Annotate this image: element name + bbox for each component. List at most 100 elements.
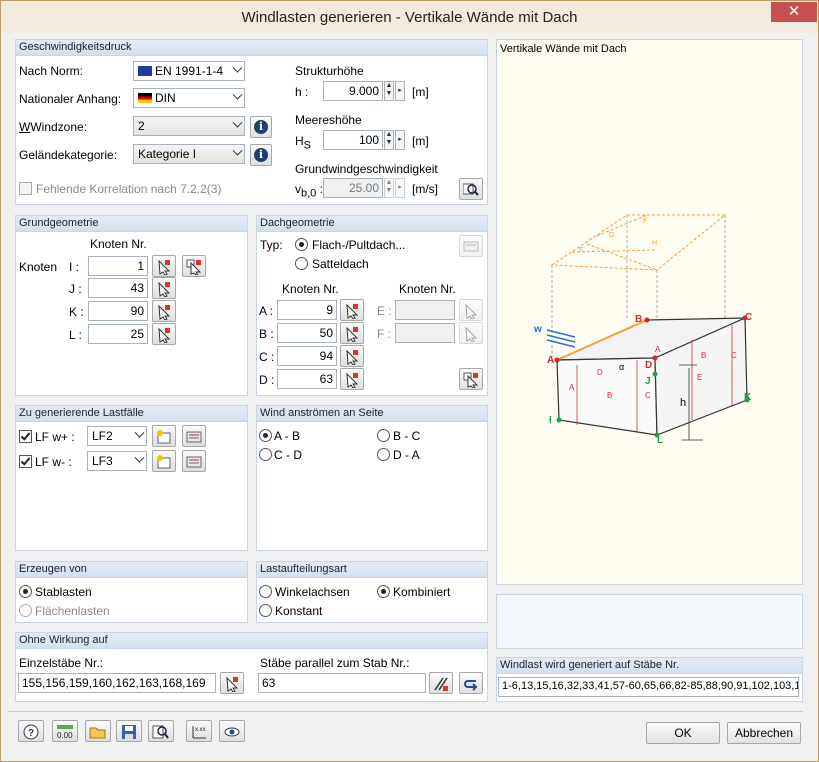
pick-parallel-button[interactable] [429, 672, 453, 694]
ok-button[interactable]: OK [646, 722, 720, 744]
lf-wminus-checkbox[interactable] [19, 455, 32, 468]
edit-loadcase-button-1[interactable] [182, 425, 206, 447]
pick-node-k-button[interactable] [152, 300, 176, 322]
svg-text:C: C [645, 391, 651, 400]
h-symbol: h : [295, 85, 309, 99]
coordinates-button[interactable]: x.xx [186, 720, 212, 742]
node-b-input[interactable]: 50 [277, 323, 337, 343]
pick-einzelstaebe-button[interactable] [220, 672, 244, 694]
flaechenlasten-radio[interactable] [19, 604, 32, 617]
cancel-button[interactable]: Abbrechen [727, 722, 801, 744]
node-d-input[interactable]: 63 [277, 369, 337, 389]
hs-spinner[interactable]: ▲ ▼ [384, 130, 394, 150]
node-c-label: C : [259, 350, 275, 364]
map-search-button[interactable] [459, 178, 483, 200]
pick-node-j-button[interactable] [152, 277, 176, 299]
node-j-input[interactable]: 43 [88, 278, 148, 298]
open-button[interactable] [85, 720, 111, 742]
side-da-radio[interactable] [377, 448, 390, 461]
node-k-input[interactable]: 90 [88, 301, 148, 321]
kombiniert-radio[interactable] [377, 585, 390, 598]
node-c-input[interactable]: 94 [277, 346, 337, 366]
side-bc-radio[interactable] [377, 429, 390, 442]
preview-info-box [496, 594, 803, 649]
stablasten-radio[interactable] [19, 585, 32, 598]
decimal-places-icon: 0.00 [57, 725, 73, 740]
pick-multiple-icon [463, 372, 479, 388]
eye-icon [224, 727, 240, 737]
pick-node-d-button[interactable] [340, 368, 364, 390]
roof-settings-button[interactable] [459, 235, 483, 257]
info-icon: i [254, 148, 268, 162]
pick-node-i-button[interactable] [152, 255, 176, 277]
lf-wplus-select[interactable]: LF2 [87, 426, 147, 446]
node-a-input[interactable]: 9 [277, 300, 337, 320]
close-button[interactable]: ✕ [771, 2, 817, 22]
hs-spinner-right[interactable]: ▸ [395, 130, 405, 150]
svg-text:A: A [655, 345, 661, 354]
save-button[interactable] [116, 720, 142, 742]
satteldach-radio[interactable] [295, 257, 308, 270]
pick-node-a-button[interactable] [340, 299, 364, 321]
pick-nodes-button[interactable] [182, 255, 206, 277]
help-button[interactable]: ? [18, 720, 44, 742]
pick-cursor-icon [346, 349, 359, 365]
gelaende-select[interactable]: Kategorie I [133, 144, 245, 164]
title-bar: Windlasten generieren - Vertikale Wände … [1, 1, 818, 33]
node-f-input[interactable] [395, 323, 455, 343]
node-l-input[interactable]: 25 [88, 324, 148, 344]
winkelachsen-radio[interactable] [259, 585, 272, 598]
windzone-info-button[interactable]: i [250, 116, 272, 138]
vb-spinner[interactable]: ▲ ▼ [384, 178, 394, 198]
lf-wminus-select[interactable]: LF3 [87, 451, 147, 471]
vb-unit: [m/s] [412, 182, 438, 196]
einzelstaebe-input[interactable]: 155,156,159,160,162,163,168,169 [18, 673, 216, 693]
pick-node-f-button[interactable] [459, 322, 483, 344]
side-ab-label: A - B [274, 429, 301, 443]
side-ab-radio[interactable] [259, 429, 272, 442]
hs-input[interactable]: 100 [323, 130, 383, 150]
node-i-input[interactable]: 1 [88, 256, 148, 276]
units-button[interactable]: 0.00 [52, 720, 78, 742]
konstant-radio[interactable] [259, 604, 272, 617]
flachdach-radio[interactable] [295, 238, 308, 251]
vb-spinner-right[interactable]: ▸ [395, 178, 405, 198]
h-spinner-right[interactable]: ▸ [395, 81, 405, 101]
svg-text:G: G [609, 232, 614, 239]
pick-roof-nodes-button[interactable] [459, 368, 483, 390]
pick-node-e-button[interactable] [459, 299, 483, 321]
view-button[interactable] [219, 720, 245, 742]
korrelation-checkbox[interactable] [19, 182, 32, 195]
h-input[interactable]: 9.000 [323, 81, 383, 101]
lf-wplus-checkbox[interactable] [19, 430, 32, 443]
pick-node-c-button[interactable] [340, 345, 364, 367]
h-spinner[interactable]: ▲ ▼ [384, 81, 394, 101]
windzone-label: WWindzone: [19, 120, 88, 134]
coordinate-axes-icon: x.xx [192, 726, 206, 739]
kombiniert-label: Kombiniert [393, 585, 451, 599]
windzone-select[interactable]: 2 [133, 116, 245, 136]
pick-node-l-button[interactable] [152, 323, 176, 345]
open-folder-icon [89, 727, 106, 739]
parallel-input[interactable]: 63 [258, 673, 426, 693]
konstant-label: Konstant [275, 604, 323, 618]
group-anstroemen: Wind anströmen an Seite [256, 405, 488, 551]
norm-select[interactable]: EN 1991-1-4 [133, 61, 245, 81]
find-button[interactable] [148, 720, 174, 742]
svg-text:?: ? [28, 728, 34, 739]
side-cd-radio[interactable] [259, 448, 272, 461]
generiert-staebe-input[interactable]: 1-6,13,15,16,32,33,41,57-60,65,66,82-85,… [498, 677, 799, 697]
reset-parallel-button[interactable] [459, 672, 483, 694]
edit-loadcase-icon [186, 431, 202, 443]
gelaende-info-button[interactable]: i [250, 144, 272, 166]
flaechenlasten-label: Flächenlasten [35, 604, 110, 618]
node-a-label: A : [259, 304, 274, 318]
new-loadcase-button-1[interactable] [152, 425, 176, 447]
pick-node-b-button[interactable] [340, 322, 364, 344]
vb-input[interactable]: 25.00 [323, 178, 383, 198]
new-loadcase-button-2[interactable] [152, 450, 176, 472]
anhang-select[interactable]: DIN [133, 88, 245, 108]
node-e-input[interactable] [395, 300, 455, 320]
edit-loadcase-button-2[interactable] [182, 450, 206, 472]
node-l-label: L : [69, 328, 82, 342]
